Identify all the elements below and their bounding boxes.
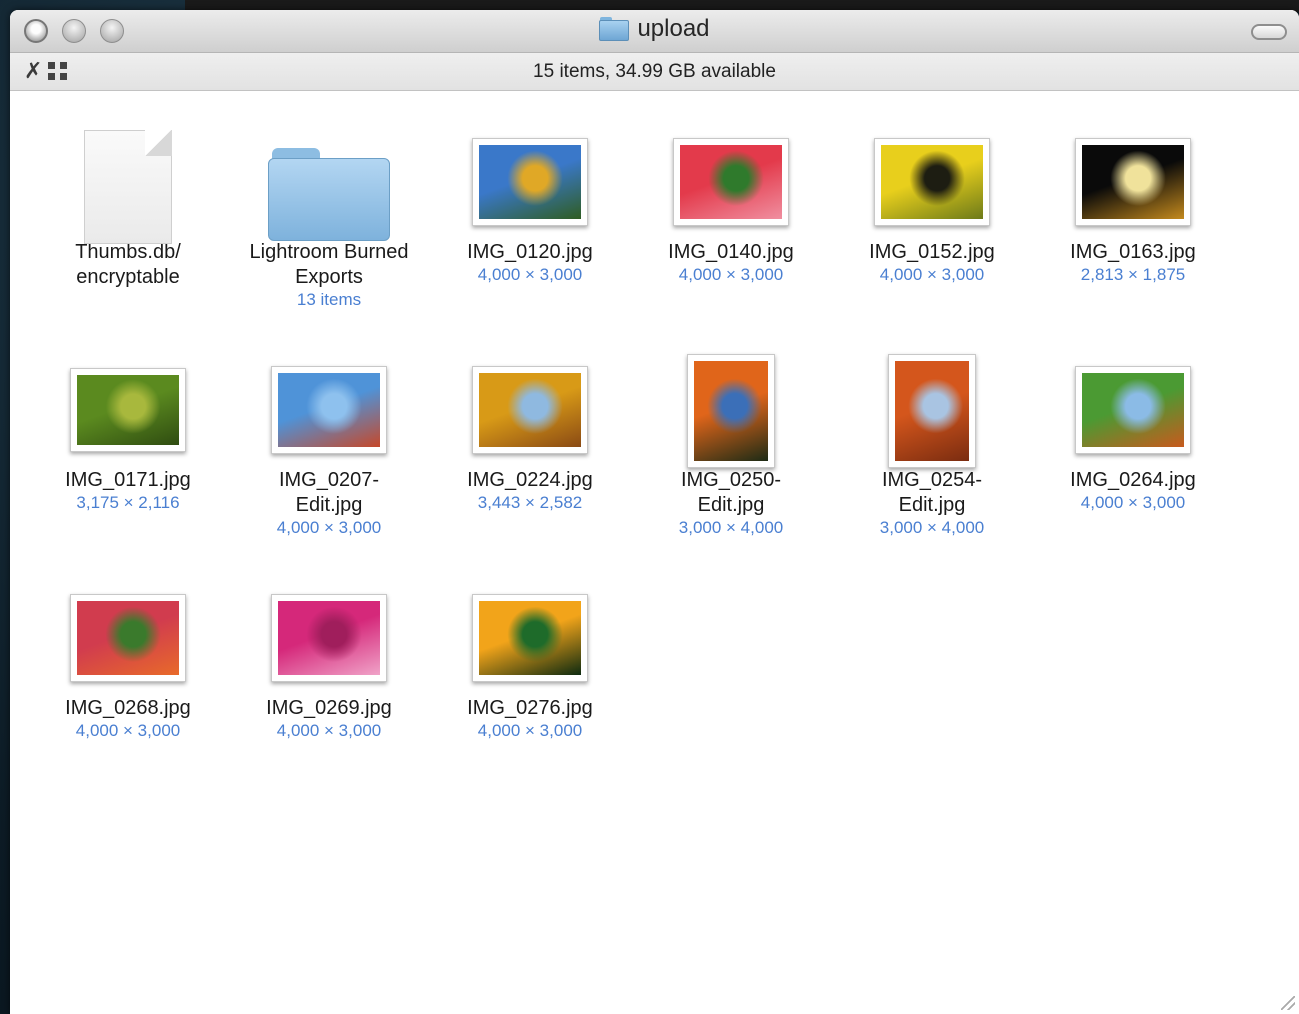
folder-icon (599, 17, 630, 41)
image-thumbnail (472, 366, 588, 454)
file-item[interactable]: IMG_0276.jpg 4,000 × 3,000 (440, 566, 620, 741)
file-item[interactable]: IMG_0163.jpg 2,813 × 1,875 (1043, 110, 1223, 285)
file-item[interactable]: IMG_0207-Edit.jpg 4,000 × 3,000 (239, 338, 419, 538)
status-text: 15 items, 34.99 GB available (533, 61, 776, 82)
file-item[interactable]: Lightroom Burned Exports 13 items (239, 110, 419, 310)
file-info: 13 items (296, 290, 362, 309)
file-info: 4,000 × 3,000 (1080, 493, 1186, 512)
file-item[interactable]: Thumbs.db/ encryptable (38, 110, 218, 290)
file-icon-area (239, 110, 419, 241)
file-name: IMG_0152.jpg (869, 241, 995, 263)
file-name: IMG_0171.jpg (65, 469, 191, 491)
file-info: 2,813 × 1,875 (1080, 265, 1186, 284)
image-thumbnail (673, 138, 789, 226)
image-thumbnail (472, 594, 588, 682)
file-item[interactable]: IMG_0264.jpg 4,000 × 3,000 (1043, 338, 1223, 513)
page-fold-icon (145, 130, 172, 156)
image-thumbnail (271, 366, 387, 454)
file-item[interactable]: IMG_0224.jpg 3,443 × 2,582 (440, 338, 620, 513)
file-name: IMG_0264.jpg (1070, 469, 1196, 491)
file-icon-area (38, 338, 218, 468)
file-name: Lightroom Burned Exports (249, 241, 409, 288)
file-icon-area (1043, 338, 1223, 468)
toolbar-toggle-button[interactable] (1251, 24, 1287, 40)
title-bar[interactable]: upload (10, 10, 1299, 53)
image-thumbnail (1075, 366, 1191, 454)
file-icon-area (440, 566, 620, 696)
file-name: IMG_0140.jpg (668, 241, 794, 263)
window-title: upload (637, 15, 710, 42)
file-icon-area (440, 110, 620, 240)
file-info: 4,000 × 3,000 (678, 265, 784, 284)
file-icon-area (842, 338, 1022, 468)
file-icon-area (641, 110, 821, 240)
status-bar: ✗ 15 items, 34.99 GB available (10, 53, 1299, 91)
finder-window: upload ✗ 15 items, 34.99 GB available Th… (10, 10, 1299, 1014)
file-info: 4,000 × 3,000 (75, 721, 181, 740)
file-item[interactable]: IMG_0250-Edit.jpg 3,000 × 4,000 (641, 338, 821, 538)
resize-grip-icon[interactable] (1281, 996, 1295, 1010)
image-thumbnail (1075, 138, 1191, 226)
file-item[interactable]: IMG_0254-Edit.jpg 3,000 × 4,000 (842, 338, 1022, 538)
file-icon-area (440, 338, 620, 468)
file-icon-area (38, 110, 218, 244)
file-name: IMG_0207-Edit.jpg (278, 469, 380, 516)
file-info: 3,000 × 4,000 (678, 518, 784, 537)
file-item[interactable]: IMG_0140.jpg 4,000 × 3,000 (641, 110, 821, 285)
image-thumbnail (271, 594, 387, 682)
file-info: 4,000 × 3,000 (276, 518, 382, 537)
file-info: 3,175 × 2,116 (76, 493, 180, 512)
file-name: IMG_0120.jpg (467, 241, 593, 263)
file-icon-area (641, 338, 821, 468)
folder-icon (268, 148, 390, 241)
file-icon-area (1043, 110, 1223, 240)
image-thumbnail (472, 138, 588, 226)
file-item[interactable]: IMG_0152.jpg 4,000 × 3,000 (842, 110, 1022, 285)
file-item[interactable]: IMG_0268.jpg 4,000 × 3,000 (38, 566, 218, 741)
file-icon-area (38, 566, 218, 696)
file-name: IMG_0224.jpg (467, 469, 593, 491)
window-title-group: upload (10, 15, 1299, 43)
file-icon-area (842, 110, 1022, 240)
file-info: 4,000 × 3,000 (477, 265, 583, 284)
file-name: IMG_0254-Edit.jpg (881, 469, 983, 516)
file-name: IMG_0268.jpg (65, 697, 191, 719)
file-item[interactable]: IMG_0269.jpg 4,000 × 3,000 (239, 566, 419, 741)
image-thumbnail (70, 594, 186, 682)
image-thumbnail (888, 354, 976, 468)
image-thumbnail (687, 354, 775, 468)
file-name: IMG_0276.jpg (467, 697, 593, 719)
file-info: 4,000 × 3,000 (879, 265, 985, 284)
file-name: IMG_0250-Edit.jpg (680, 469, 782, 516)
file-info: 3,443 × 2,582 (477, 493, 583, 512)
file-icon-area (239, 338, 419, 468)
image-thumbnail (70, 368, 186, 452)
file-item[interactable]: IMG_0120.jpg 4,000 × 3,000 (440, 110, 620, 285)
file-info: 4,000 × 3,000 (477, 721, 583, 740)
file-name: IMG_0269.jpg (266, 697, 392, 719)
file-name: Thumbs.db/ encryptable (75, 241, 181, 288)
file-item[interactable]: IMG_0171.jpg 3,175 × 2,116 (38, 338, 218, 513)
file-info: 4,000 × 3,000 (276, 721, 382, 740)
file-icon-area (239, 566, 419, 696)
file-name: IMG_0163.jpg (1070, 241, 1196, 263)
image-thumbnail (874, 138, 990, 226)
file-info: 3,000 × 4,000 (879, 518, 985, 537)
